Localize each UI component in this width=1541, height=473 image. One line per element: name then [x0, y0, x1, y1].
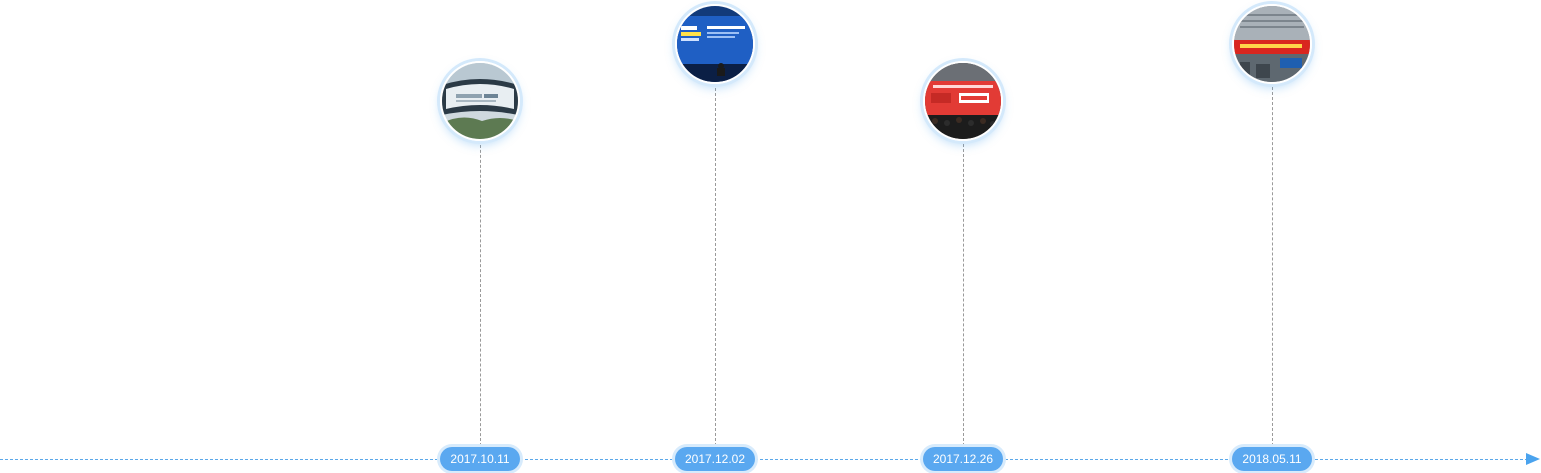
timeline-connector: [715, 83, 716, 446]
timeline-connector: [480, 140, 481, 446]
timeline-connector: [1272, 82, 1273, 446]
opening-ceremony-photo: [925, 63, 1001, 139]
timeline-connector: [963, 139, 964, 446]
event-photo[interactable]: [675, 4, 755, 84]
exhibition-hall-photo: [1234, 6, 1310, 82]
event-date-badge[interactable]: 2018.05.11: [1232, 447, 1312, 471]
event-date-badge[interactable]: 2017.12.02: [675, 447, 755, 471]
conference-stage-photo: [677, 6, 753, 82]
arrow-right-icon: [1526, 453, 1540, 465]
event-date-badge[interactable]: 2017.12.26: [923, 447, 1003, 471]
event-photo[interactable]: [1232, 4, 1312, 84]
event-date-badge[interactable]: 2017.10.11: [440, 447, 520, 471]
event-photo[interactable]: [440, 61, 520, 141]
event-photo[interactable]: [923, 61, 1003, 141]
conference-exterior-photo: [442, 63, 518, 139]
